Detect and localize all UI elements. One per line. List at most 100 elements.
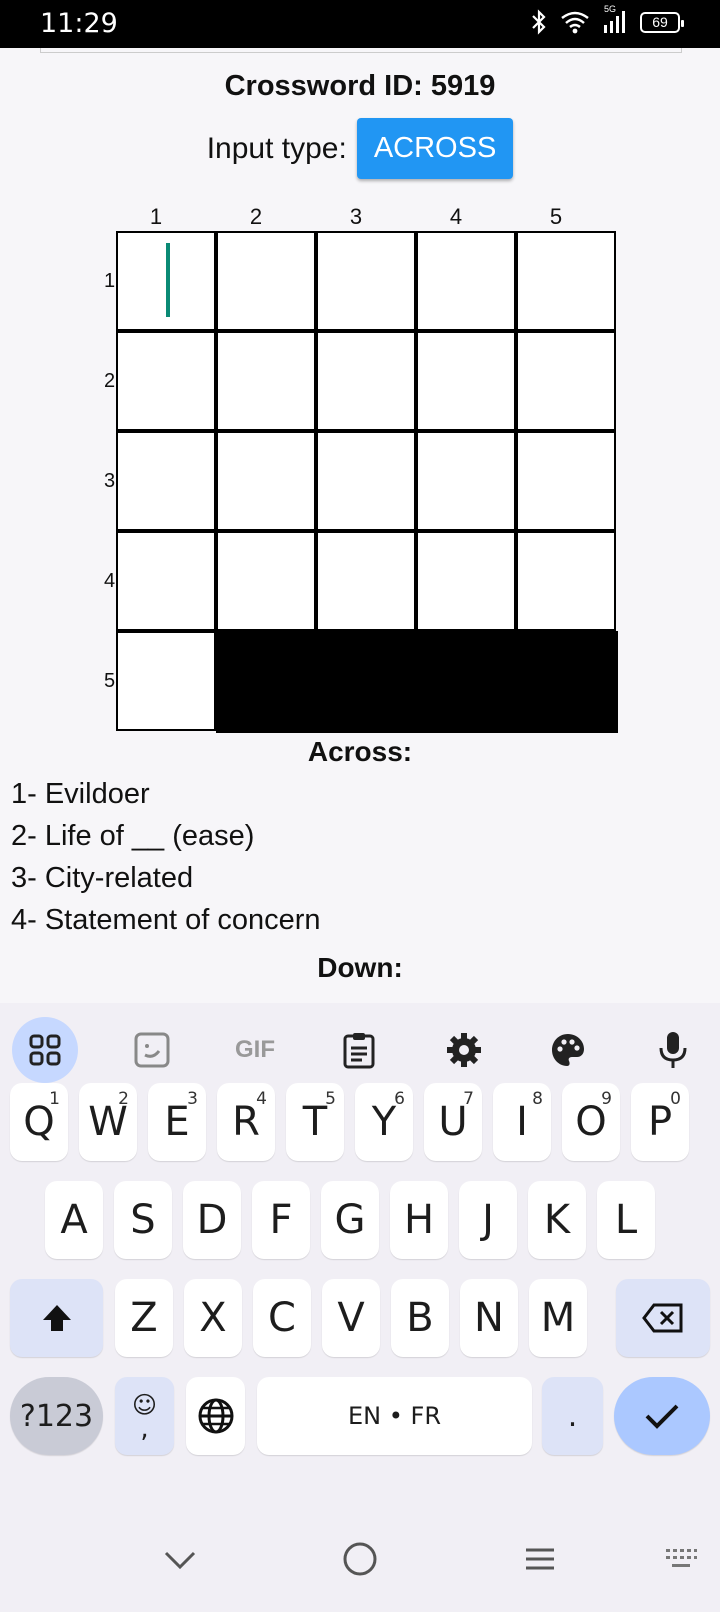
key-l[interactable]: L [597, 1181, 655, 1259]
grid-cell[interactable] [216, 531, 316, 631]
text-cursor [166, 243, 170, 317]
gif-icon[interactable]: GIF [222, 1017, 288, 1083]
input-type-label: Input type: [206, 131, 347, 165]
key-f[interactable]: F [252, 1181, 310, 1259]
across-heading: Across: [307, 736, 413, 767]
shift-key[interactable] [10, 1279, 103, 1357]
grid-cell[interactable] [216, 231, 316, 331]
column-number: 1 [149, 204, 163, 229]
black-square [216, 631, 318, 733]
key-v[interactable]: V [322, 1279, 380, 1357]
grid-cell[interactable] [316, 431, 416, 531]
key-j[interactable]: J [459, 1181, 517, 1259]
key-g[interactable]: G [321, 1181, 379, 1259]
microphone-icon[interactable] [640, 1017, 706, 1083]
key-i[interactable]: I8 [493, 1083, 551, 1161]
black-square [316, 631, 418, 733]
palette-icon[interactable] [535, 1017, 601, 1083]
bluetooth-icon [532, 9, 546, 35]
column-numbers: 1 2 3 4 5 [116, 204, 616, 230]
grid-cell[interactable] [316, 231, 416, 331]
checkmark-icon [645, 1404, 679, 1429]
key-h[interactable]: H [390, 1181, 448, 1259]
key-o[interactable]: O9 [562, 1083, 620, 1161]
cell-signal-icon: 5G [602, 4, 628, 35]
header-divider [40, 48, 682, 53]
sticker-icon[interactable] [119, 1017, 185, 1083]
grid-cell[interactable] [216, 431, 316, 531]
grid-cell[interactable] [116, 531, 216, 631]
key-e[interactable]: E3 [148, 1083, 206, 1161]
period-key[interactable]: . [542, 1377, 603, 1455]
space-key[interactable]: EN • FR [257, 1377, 532, 1455]
key-a[interactable]: A [45, 1181, 103, 1259]
key-r[interactable]: R4 [217, 1083, 275, 1161]
key-b[interactable]: B [391, 1279, 449, 1357]
key-c[interactable]: C [253, 1279, 311, 1357]
key-p[interactable]: P0 [631, 1083, 689, 1161]
enter-key[interactable] [614, 1377, 710, 1455]
grid-cell[interactable] [416, 531, 516, 631]
down-heading: Down: [317, 952, 403, 983]
menu-icon[interactable] [522, 1541, 558, 1577]
black-square [416, 631, 518, 733]
key-n[interactable]: N [460, 1279, 518, 1357]
grid-cell[interactable] [116, 331, 216, 431]
key-y[interactable]: Y6 [355, 1083, 413, 1161]
input-type-row: Input type: ACROSS [0, 118, 720, 179]
crossword-app: Crossword ID: 5919 Input type: ACROSS 1 … [0, 48, 720, 1003]
grid-cell[interactable] [516, 231, 616, 331]
column-number: 2 [249, 204, 263, 229]
column-number: 4 [449, 204, 463, 229]
key-x[interactable]: X [184, 1279, 242, 1357]
globe-icon [198, 1398, 233, 1434]
grid-cell[interactable] [516, 531, 616, 631]
crossword-grid [116, 231, 618, 733]
grid-cell[interactable] [416, 231, 516, 331]
key-z[interactable]: Z [115, 1279, 173, 1357]
across-clue: 3- City-related [11, 862, 194, 894]
chevron-down-icon[interactable] [162, 1541, 198, 1577]
key-q[interactable]: Q1 [10, 1083, 68, 1161]
grid-cell[interactable] [116, 231, 216, 331]
backspace-key[interactable] [616, 1279, 710, 1357]
backspace-icon [642, 1303, 683, 1333]
across-clue: 4- Statement of concern [11, 904, 321, 936]
grid-cell[interactable] [516, 431, 616, 531]
input-type-button[interactable]: ACROSS [356, 118, 514, 179]
grid-cell[interactable] [116, 631, 216, 731]
grid-cell[interactable] [316, 331, 416, 431]
home-icon[interactable] [342, 1541, 378, 1577]
apps-icon[interactable] [12, 1017, 78, 1083]
across-clue: 1- Evildoer [11, 778, 150, 810]
clipboard-icon[interactable] [326, 1017, 392, 1083]
key-u[interactable]: U7 [424, 1083, 482, 1161]
key-s[interactable]: S [114, 1181, 172, 1259]
grid-cell[interactable] [416, 331, 516, 431]
row-number: 3 [104, 470, 116, 492]
column-number: 3 [349, 204, 363, 229]
globe-key[interactable] [186, 1377, 245, 1455]
grid-cell[interactable] [416, 431, 516, 531]
key-t[interactable]: T5 [286, 1083, 344, 1161]
grid-cell[interactable] [516, 331, 616, 431]
page-title: Crossword ID: 5919 [224, 70, 496, 102]
grid-cell[interactable] [316, 531, 416, 631]
row-number: 4 [104, 570, 116, 592]
across-clue: 2- Life of __ (ease) [11, 820, 255, 852]
key-w[interactable]: W2 [79, 1083, 137, 1161]
gear-icon[interactable] [431, 1017, 497, 1083]
grid-cell[interactable] [216, 331, 316, 431]
key-d[interactable]: D [183, 1181, 241, 1259]
key-k[interactable]: K [528, 1181, 586, 1259]
grid-cell[interactable] [116, 431, 216, 531]
navigation-bar [0, 1523, 720, 1612]
black-square [516, 631, 618, 733]
key-m[interactable]: M [529, 1279, 587, 1357]
emoji-comma-key[interactable]: ☺ , [115, 1377, 174, 1455]
symbols-key[interactable]: ?123 [10, 1377, 103, 1455]
column-number: 5 [549, 204, 563, 229]
row-number: 2 [104, 370, 116, 392]
wifi-icon [561, 11, 589, 34]
keyboard-icon[interactable] [664, 1547, 698, 1571]
